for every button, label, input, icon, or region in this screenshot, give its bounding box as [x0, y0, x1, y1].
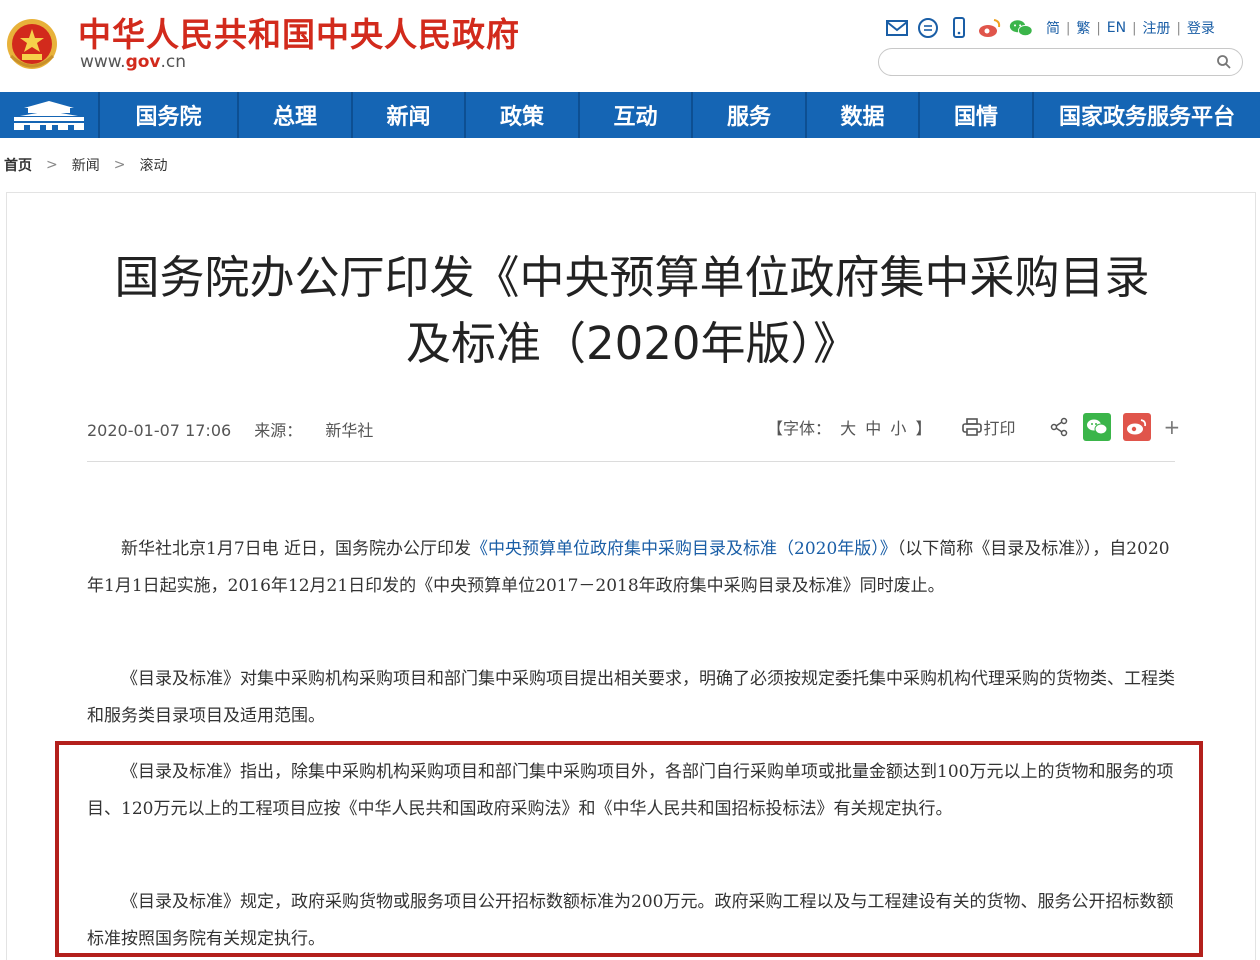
breadcrumb: 首页 > 新闻 > 滚动: [4, 155, 167, 175]
site-header: 中华人民共和国中央人民政府 www.gov.cn 简 | 繁 | EN | 注册…: [0, 0, 1260, 92]
mobile-icon[interactable]: [947, 16, 971, 40]
main-nav: 国务院 总理 新闻 政策 互动 服务 数据 国情 国家政务服务平台: [0, 92, 1260, 138]
site-url-domain: gov: [125, 52, 161, 72]
message-icon[interactable]: [916, 16, 940, 40]
more-share-button[interactable]: +: [1163, 415, 1180, 439]
nav-item-premier[interactable]: 总理: [239, 92, 353, 138]
article-datetime: 2020-01-07 17:06: [87, 421, 232, 440]
font-size-label: 【字体：: [767, 419, 832, 438]
article-paragraph-2: 《目录及标准》对集中采购机构采购项目和部门集中采购项目提出相关要求，明确了必须按…: [87, 669, 1175, 726]
search-box: [878, 48, 1243, 76]
wechat-share-icon[interactable]: [1083, 413, 1112, 441]
site-title[interactable]: 中华人民共和国中央人民政府: [78, 8, 520, 56]
font-size-large[interactable]: 大: [840, 419, 856, 438]
nav-item-gov-service-platform[interactable]: 国家政务服务平台: [1034, 92, 1260, 138]
print-button[interactable]: 打印: [961, 415, 1015, 439]
breadcrumb-home[interactable]: 首页: [4, 155, 32, 175]
traditional-link[interactable]: 繁: [1076, 18, 1090, 38]
font-size-control: 【字体： 大 中 小 】: [765, 415, 933, 439]
article-paragraph-4: 《目录及标准》规定，政府采购货物或服务项目公开招标数额标准为200万元。政府采购…: [87, 892, 1174, 949]
meta-divider: [87, 461, 1175, 462]
breadcrumb-chevron-icon: >: [46, 157, 58, 173]
nav-item-national-situation[interactable]: 国情: [920, 92, 1034, 138]
policy-document-link[interactable]: 《中央预算单位政府集中采购目录及标准（2020年版）》: [471, 539, 897, 559]
breadcrumb-news[interactable]: 新闻: [72, 155, 100, 175]
site-url[interactable]: www.gov.cn: [80, 52, 186, 72]
share-icon[interactable]: [1049, 417, 1069, 437]
tool-separator: |: [1096, 20, 1101, 36]
nav-item-policy[interactable]: 政策: [466, 92, 580, 138]
article-source-label: 来源：: [254, 421, 303, 440]
article-title: 国务院办公厅印发《中央预算单位政府集中采购目录 及标准（2020年版）》: [47, 245, 1217, 377]
search-icon[interactable]: [1214, 52, 1234, 72]
printer-icon: [962, 418, 983, 436]
site-url-suffix: .cn: [160, 52, 187, 72]
print-label: 打印: [983, 419, 1016, 438]
nav-item-news[interactable]: 新闻: [353, 92, 466, 138]
register-link[interactable]: 注册: [1143, 18, 1171, 38]
article-title-line2: 及标准（2020年版）》: [405, 317, 859, 370]
tool-separator: |: [1132, 20, 1137, 36]
article-title-line1: 国务院办公厅印发《中央预算单位政府集中采购目录: [114, 251, 1150, 304]
national-emblem-icon[interactable]: [5, 14, 59, 74]
font-size-small[interactable]: 小: [890, 419, 906, 438]
article-source: 新华社: [325, 421, 374, 440]
font-size-close: 】: [915, 419, 932, 438]
top-tools: 简 | 繁 | EN | 注册 | 登录: [885, 14, 1221, 42]
breadcrumb-chevron-icon: >: [113, 157, 126, 173]
site-url-prefix: www.: [80, 52, 126, 72]
simplified-link[interactable]: 简: [1046, 18, 1060, 38]
weibo-share-icon[interactable]: [1123, 413, 1152, 441]
login-link[interactable]: 登录: [1187, 18, 1215, 38]
font-size-medium[interactable]: 中: [865, 419, 881, 438]
article-meta: 2020-01-07 17:06 来源： 新华社: [87, 417, 391, 441]
breadcrumb-rolling[interactable]: 滚动: [139, 155, 167, 175]
article-paragraph-3: 《目录及标准》指出，除集中采购机构采购项目和部门集中采购项目外，各部门自行采购单…: [87, 762, 1174, 819]
article-tools: 【字体： 大 中 小 】 打印 +: [765, 413, 1180, 441]
nav-item-state-council[interactable]: 国务院: [100, 92, 239, 138]
tiananmen-icon[interactable]: [0, 92, 100, 138]
nav-item-data[interactable]: 数据: [807, 92, 920, 138]
nav-item-interaction[interactable]: 互动: [580, 92, 693, 138]
tool-separator: |: [1176, 20, 1181, 36]
mail-icon[interactable]: [885, 16, 909, 40]
weibo-icon[interactable]: [978, 16, 1002, 40]
tool-separator: |: [1066, 20, 1071, 36]
nav-item-service[interactable]: 服务: [693, 92, 807, 138]
p1-text-before: 新华社北京1月7日电 近日，国务院办公厅印发: [121, 539, 472, 559]
wechat-icon[interactable]: [1009, 16, 1033, 40]
english-link[interactable]: EN: [1107, 20, 1126, 36]
article-panel: 国务院办公厅印发《中央预算单位政府集中采购目录 及标准（2020年版）》 202…: [6, 192, 1256, 960]
article-paragraph-1: 新华社北京1月7日电 近日，国务院办公厅印发《中央预算单位政府集中采购目录及标准…: [87, 531, 1177, 605]
search-input[interactable]: [893, 49, 1213, 75]
